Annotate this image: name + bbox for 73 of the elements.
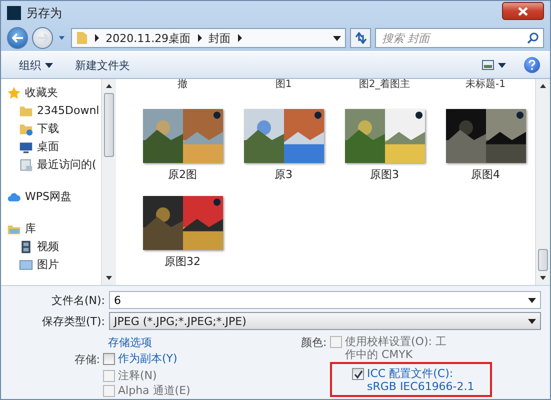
option-label: 存储:: [73, 352, 100, 367]
caret-icon: [498, 62, 506, 68]
refresh-icon: [354, 32, 368, 44]
file-name[interactable]: 原图4: [471, 167, 500, 182]
scrollbar[interactable]: [535, 79, 550, 285]
window-title: 另存为: [26, 4, 63, 22]
image-icon: [19, 258, 33, 272]
breadcrumb[interactable]: 2020.11.29桌面: [106, 30, 191, 46]
file-name: 图1: [274, 79, 293, 91]
breadcrumb[interactable]: 封面: [208, 30, 231, 46]
sidebar-item[interactable]: 视频: [7, 239, 101, 254]
film-icon: [19, 240, 33, 254]
address-bar[interactable]: 2020.11.29桌面 封面: [70, 28, 346, 48]
caret-icon: [45, 62, 53, 68]
search-box[interactable]: 搜索 封面: [375, 28, 544, 48]
close-button[interactable]: [502, 2, 544, 20]
folder-icon: [19, 104, 33, 118]
chevron-icon: [94, 34, 100, 42]
forward-button[interactable]: [32, 27, 54, 49]
refresh-button[interactable]: [350, 28, 372, 48]
organize-button[interactable]: 组织: [15, 56, 57, 74]
sidebar-item[interactable]: 2345Downl: [7, 103, 101, 118]
sidebar-item[interactable]: 图片: [7, 257, 101, 272]
scrollbar[interactable]: [101, 79, 116, 285]
chevron-icon: [196, 34, 203, 42]
sidebar-item[interactable]: 最近访问的(: [7, 157, 101, 172]
sidebar-item[interactable]: 库: [7, 221, 101, 236]
field-label: 保存类型(T):: [40, 314, 105, 328]
scroll-up-icon[interactable]: [106, 84, 112, 88]
chevron-icon: [236, 34, 243, 42]
field-label: 文件名(N):: [50, 292, 105, 308]
caret-icon: [528, 318, 536, 324]
caret-icon[interactable]: [528, 298, 536, 302]
arrow-right-icon: [36, 33, 49, 43]
search-icon: [527, 32, 540, 44]
file-name[interactable]: 原图3: [370, 167, 399, 182]
scrollbar-thumb[interactable]: [538, 249, 548, 271]
close-icon: [518, 6, 528, 16]
back-button[interactable]: [7, 27, 28, 49]
document-icon: [19, 158, 33, 172]
question-mark-icon: [528, 60, 536, 70]
file-name: 未标题-1: [464, 79, 506, 91]
picture-view-icon: [482, 60, 494, 70]
file-name[interactable]: 原图32: [164, 254, 200, 269]
scrollbar-thumb[interactable]: [104, 93, 114, 157]
folder-icon: [19, 122, 33, 136]
sidebar-item[interactable]: WPS网盘: [7, 189, 101, 204]
folder-icon: [76, 31, 88, 45]
arrow-left-icon: [12, 33, 24, 43]
sidebar-item[interactable]: 收藏夹: [7, 85, 101, 100]
file-name: 撤: [176, 79, 188, 91]
file-name[interactable]: 原2图: [168, 167, 197, 182]
file-name[interactable]: 原3: [274, 167, 292, 182]
checkbox[interactable]: [103, 353, 115, 365]
scroll-down-icon[interactable]: [106, 276, 112, 280]
app-icon: [7, 6, 21, 20]
monitor-icon: [19, 140, 33, 154]
file-name-box[interactable]: 6: [109, 291, 541, 309]
search-field[interactable]: 搜索 封面: [380, 30, 528, 46]
new-folder-button[interactable]: 新建文件夹: [71, 56, 134, 74]
help-button[interactable]: [524, 57, 540, 73]
sidebar-item[interactable]: 桌面: [7, 139, 101, 154]
sidebar-item[interactable]: 下载: [7, 121, 101, 136]
caret-icon[interactable]: [332, 36, 341, 40]
checkbox-label[interactable]: 作为副本(Y): [118, 352, 178, 365]
option-label: 颜色:: [301, 335, 327, 350]
checkbox[interactable]: [352, 368, 364, 380]
file-name-field[interactable]: 6: [114, 294, 528, 306]
scroll-down-icon[interactable]: [540, 276, 546, 280]
file-type-dropdown[interactable]: JPEG (*.JPG;*.JPEG;*.JPE): [109, 312, 541, 330]
scroll-up-icon[interactable]: [540, 84, 546, 88]
star-icon: [7, 86, 21, 100]
options-link[interactable]: 存储选项: [1, 335, 301, 350]
